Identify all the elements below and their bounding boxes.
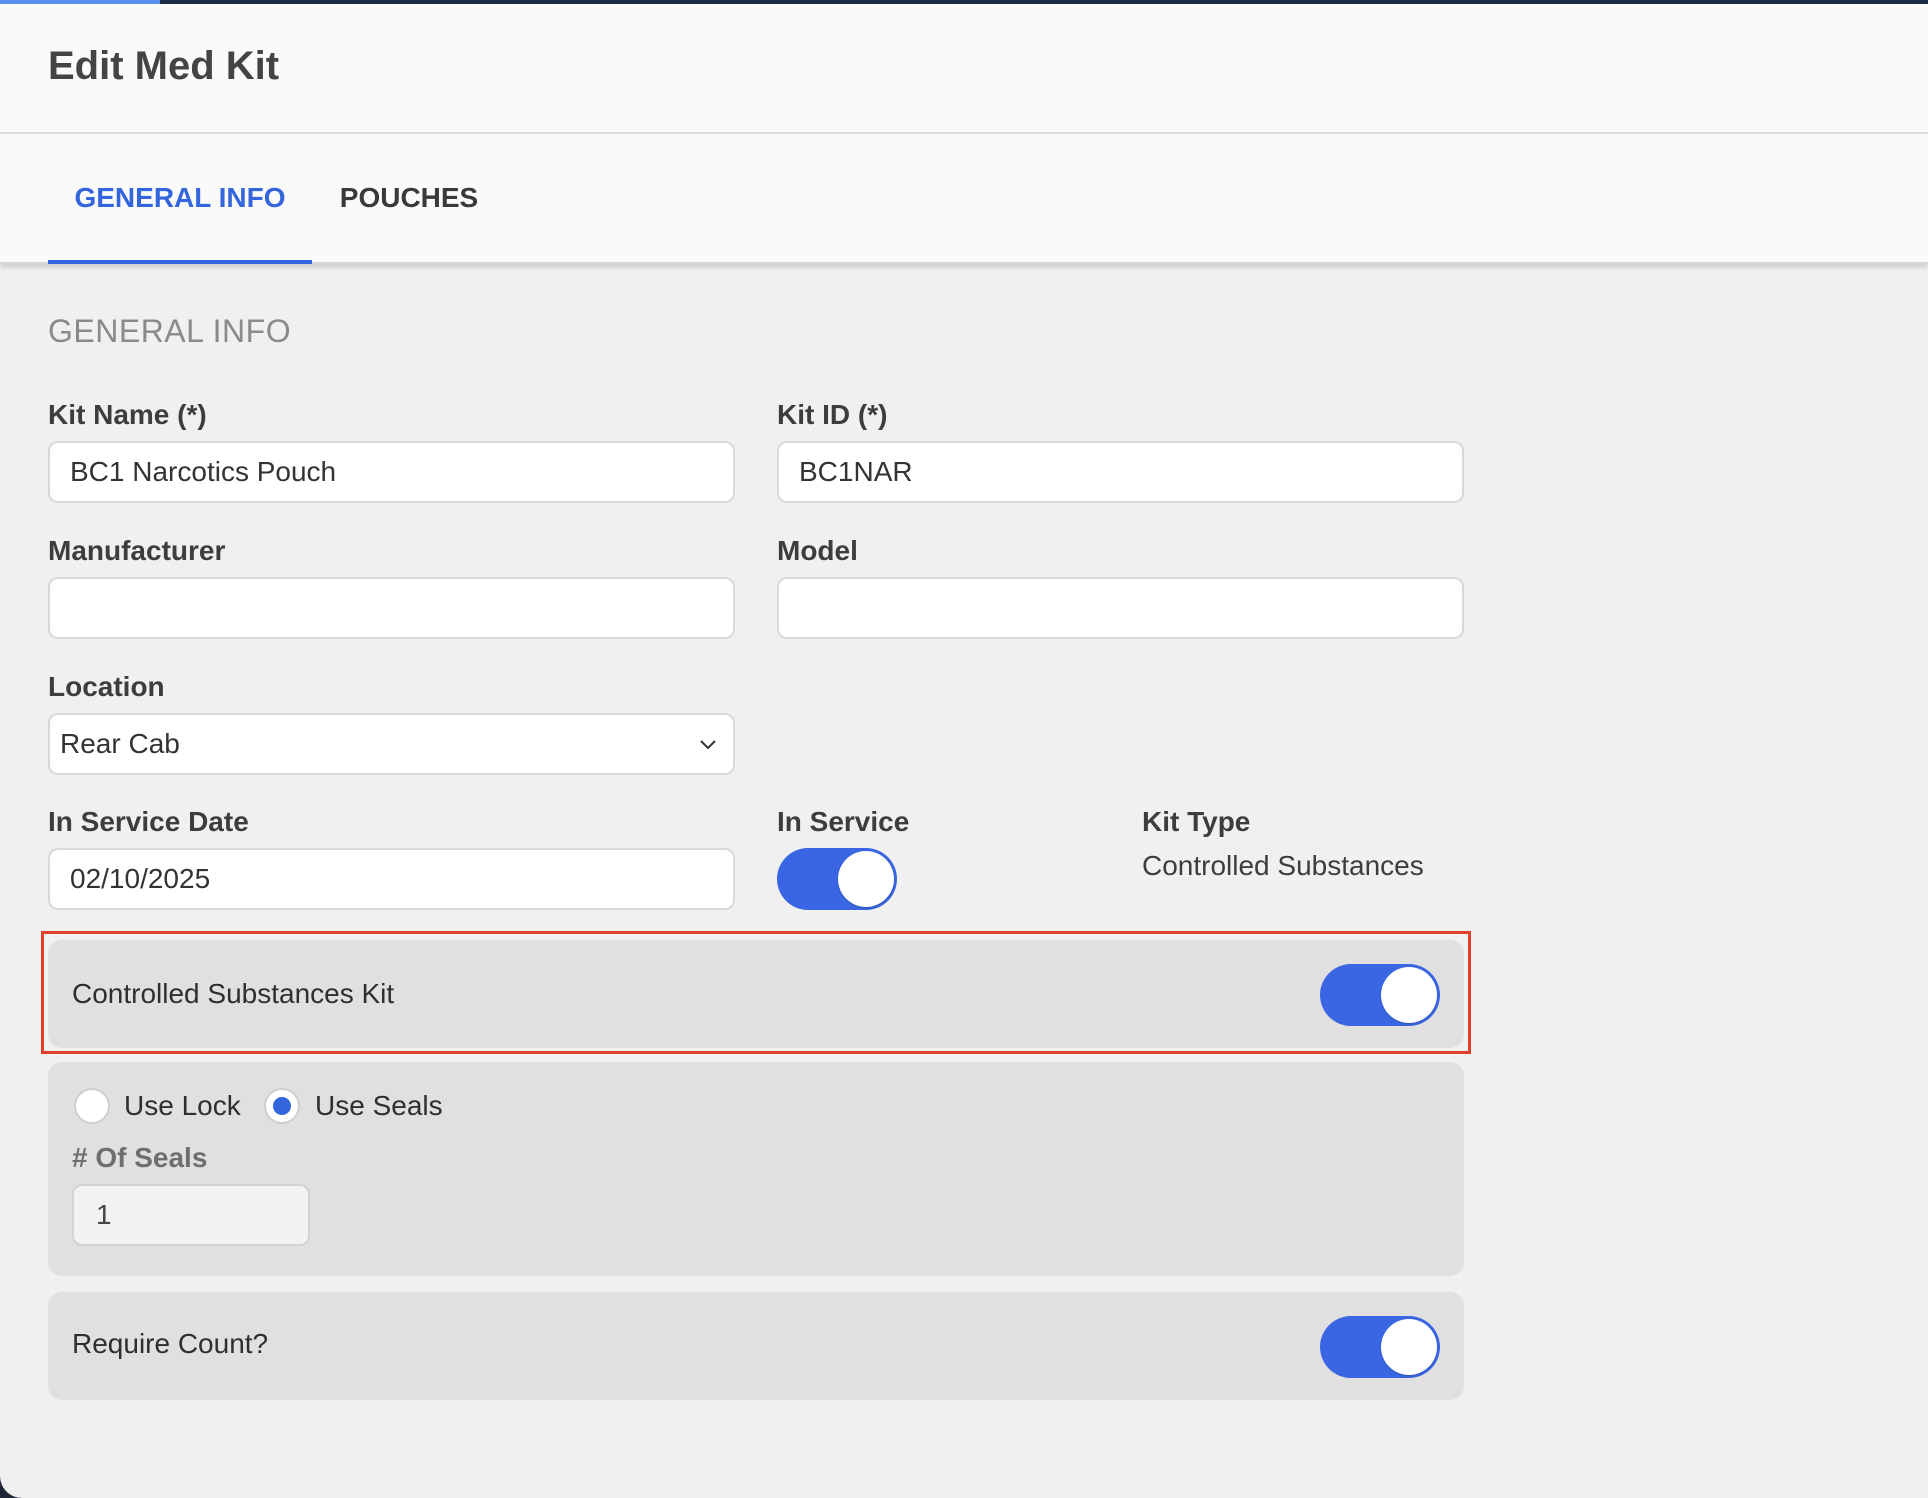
- page-header: Edit Med Kit: [0, 4, 1928, 134]
- tab-pouches[interactable]: POUCHES: [336, 134, 482, 262]
- require-count-label: Require Count?: [72, 1328, 269, 1359]
- location-select[interactable]: Rear Cab: [48, 713, 735, 775]
- num-seals-input[interactable]: 1: [72, 1184, 310, 1246]
- model-label: Model: [777, 535, 858, 566]
- kit-id-label: Kit ID (*): [777, 399, 888, 430]
- in-service-date-label: In Service Date: [48, 806, 249, 837]
- in-service-label: In Service: [777, 806, 910, 837]
- kit-type-label: Kit Type: [1142, 806, 1251, 837]
- location-select-value: Rear Cab: [60, 728, 180, 759]
- chevron-down-icon: [700, 740, 716, 750]
- section-title: GENERAL INFO: [48, 313, 292, 349]
- model-input[interactable]: [777, 577, 1464, 639]
- kit-name-label: Kit Name (*): [48, 399, 207, 430]
- app-window: Edit Med Kit GENERAL INFO POUCHES GENERA…: [0, 0, 1928, 1498]
- require-count-panel: Require Count?: [48, 1292, 1464, 1400]
- kit-id-input[interactable]: BC1NAR: [777, 441, 1464, 503]
- num-seals-label: # Of Seals: [72, 1142, 208, 1173]
- manufacturer-label: Manufacturer: [48, 535, 226, 566]
- use-seals-radio[interactable]: [264, 1088, 300, 1124]
- highlight-box: [41, 931, 1471, 1054]
- toggle-knob: [1381, 1319, 1437, 1375]
- kit-name-input[interactable]: BC1 Narcotics Pouch: [48, 441, 735, 503]
- use-lock-radio[interactable]: [74, 1088, 110, 1124]
- tab-general-info[interactable]: GENERAL INFO: [48, 134, 312, 264]
- require-count-toggle[interactable]: [1320, 1316, 1440, 1378]
- manufacturer-input[interactable]: [48, 577, 735, 639]
- tab-bar: GENERAL INFO POUCHES: [0, 134, 1928, 264]
- use-lock-label: Use Lock: [124, 1090, 241, 1121]
- kit-type-value: Controlled Substances: [1142, 850, 1424, 881]
- in-service-toggle[interactable]: [777, 848, 897, 910]
- in-service-date-input[interactable]: 02/10/2025: [48, 848, 735, 910]
- page-title: Edit Med Kit: [48, 44, 280, 88]
- location-label: Location: [48, 671, 165, 702]
- toggle-knob: [838, 851, 894, 907]
- use-seals-label: Use Seals: [315, 1090, 443, 1121]
